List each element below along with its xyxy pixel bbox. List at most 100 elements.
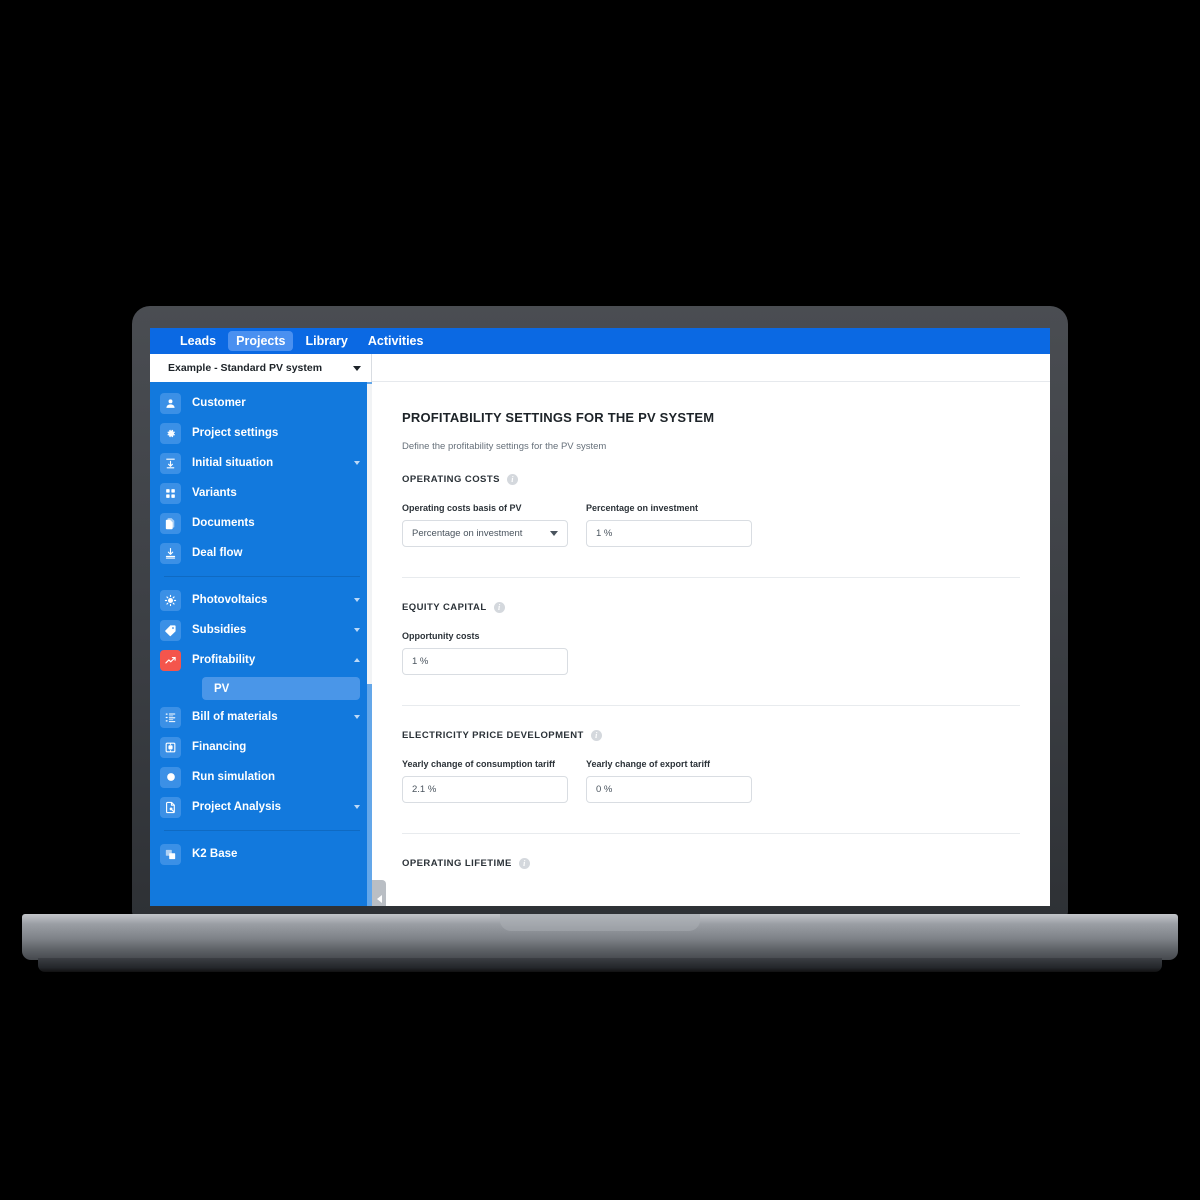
section-header-electricity-price-development: ELECTRICITY PRICE DEVELOPMENT i bbox=[402, 730, 1020, 741]
layers-icon bbox=[160, 843, 181, 865]
sidebar-item-initial-situation[interactable]: Initial situation bbox=[150, 448, 372, 478]
chevron-down-icon bbox=[354, 715, 360, 719]
settings-sections: OPERATING COSTS i Operating costs basis of… bbox=[402, 474, 1020, 869]
input-opportunity-costs[interactable]: 1 % bbox=[402, 648, 568, 675]
sidebar-item-k2-base[interactable]: K2 Base bbox=[150, 839, 372, 869]
section-title: OPERATING COSTS bbox=[402, 474, 500, 485]
bank-icon bbox=[160, 736, 181, 758]
section-title: ELECTRICITY PRICE DEVELOPMENT bbox=[402, 730, 584, 741]
sidebar-item-label: Documents bbox=[192, 517, 255, 529]
chevron-down-icon bbox=[354, 461, 360, 465]
sidebar-item-profitability[interactable]: Profitability bbox=[150, 645, 372, 675]
sidebar-item-photovoltaics[interactable]: Photovoltaics bbox=[150, 585, 372, 615]
project-selector-value: Example - Standard PV system bbox=[168, 362, 323, 374]
field-label: Yearly change of consumption tariff bbox=[402, 759, 556, 769]
trending-up-icon bbox=[160, 649, 181, 671]
sidebar-item-label: Profitability bbox=[192, 654, 256, 666]
section-divider bbox=[402, 577, 1020, 578]
chevron-down-icon bbox=[550, 531, 558, 536]
sidebar-divider bbox=[164, 576, 360, 577]
chevron-down-icon bbox=[354, 598, 360, 602]
sidebar-item-label: Subsidies bbox=[192, 624, 247, 636]
main-content: PROFITABILITY SETTINGS FOR THE PV SYSTEM… bbox=[372, 382, 1050, 906]
project-row-filler bbox=[372, 354, 1050, 382]
field-yearly-change-of-export-tariff: Yearly change of export tariff 0 % bbox=[586, 759, 752, 803]
info-icon[interactable]: i bbox=[493, 602, 505, 613]
info-icon[interactable]: i bbox=[590, 730, 602, 741]
info-icon[interactable]: i bbox=[506, 474, 518, 485]
sidebar-scroll-area: Customer Project settings Initial situatio… bbox=[150, 382, 372, 906]
field-label: Yearly change of export tariff bbox=[586, 759, 711, 769]
sidebar-collapse-handle[interactable] bbox=[372, 880, 386, 906]
chevron-left-icon bbox=[376, 895, 382, 903]
field-row: Opportunity costs 1 % bbox=[402, 631, 1020, 675]
input-value: 1 % bbox=[412, 656, 429, 667]
laptop-base bbox=[22, 914, 1178, 960]
section-title: EQUITY CAPITAL bbox=[402, 602, 487, 613]
sidebar-item-documents[interactable]: Documents bbox=[150, 508, 372, 538]
sidebar-item-bill-of-materials[interactable]: Bill of materials bbox=[150, 702, 372, 732]
select-value: Percentage on investment bbox=[412, 528, 523, 539]
input-percentage-on-investment[interactable]: 1 % bbox=[586, 520, 752, 547]
sidebar-item-deal-flow[interactable]: Deal flow bbox=[150, 538, 372, 568]
laptop-frame: Leads Projects Library Activities Example -… bbox=[132, 306, 1068, 916]
sidebar-item-label: Deal flow bbox=[192, 547, 243, 559]
input-yearly-change-of-consumption-tariff[interactable]: 2.1 % bbox=[402, 776, 568, 803]
section-divider bbox=[402, 833, 1020, 834]
field-label: Percentage on investment bbox=[586, 503, 699, 513]
sidebar-item-label: Project Analysis bbox=[192, 801, 282, 813]
field-percentage-on-investment: Percentage on investment 1 % bbox=[586, 503, 752, 547]
sidebar-item-label: Bill of materials bbox=[192, 711, 278, 723]
tab-projects[interactable]: Projects bbox=[228, 331, 294, 351]
sidebar-item-label: Financing bbox=[192, 741, 247, 753]
field-yearly-change-of-consumption-tariff: Yearly change of consumption tariff 2.1 % bbox=[402, 759, 568, 803]
sidebar-subitem-label: PV bbox=[214, 682, 230, 695]
sidebar-item-financing[interactable]: Financing bbox=[150, 732, 372, 762]
sidebar-item-project-settings[interactable]: Project settings bbox=[150, 418, 372, 448]
field-label: Operating costs basis of PV bbox=[402, 503, 522, 513]
import-icon bbox=[160, 452, 181, 474]
chevron-down-icon bbox=[353, 365, 361, 371]
section-header-equity-capital: EQUITY CAPITAL i bbox=[402, 602, 1020, 613]
top-navigation-bar: Leads Projects Library Activities bbox=[150, 328, 1050, 354]
sidebar-subitem-pv[interactable]: PV bbox=[202, 677, 360, 700]
input-value: 2.1 % bbox=[412, 784, 437, 795]
project-selector-dropdown[interactable]: Example - Standard PV system bbox=[150, 354, 372, 382]
tab-activities[interactable]: Activities bbox=[360, 331, 432, 351]
sidebar-item-project-analysis[interactable]: Project Analysis bbox=[150, 792, 372, 822]
sun-icon bbox=[160, 589, 181, 611]
section-header-operating-costs: OPERATING COSTS i bbox=[402, 474, 1020, 485]
info-icon[interactable]: i bbox=[518, 858, 530, 869]
sidebar-item-subsidies[interactable]: Subsidies bbox=[150, 615, 372, 645]
section-divider bbox=[402, 705, 1020, 706]
select-operating-costs-basis-of-pv[interactable]: Percentage on investment bbox=[402, 520, 568, 547]
input-value: 0 % bbox=[596, 784, 613, 795]
section-title: OPERATING LIFETIME bbox=[402, 858, 512, 869]
input-value: 1 % bbox=[596, 528, 613, 539]
person-icon bbox=[160, 392, 181, 414]
field-opportunity-costs: Opportunity costs 1 % bbox=[402, 631, 568, 675]
field-label: Opportunity costs bbox=[402, 631, 480, 641]
field-row: Operating costs basis of PV Percentage on… bbox=[402, 503, 1020, 547]
chevron-up-icon bbox=[354, 658, 360, 662]
sidebar-item-label: Variants bbox=[192, 487, 237, 499]
page-subtitle: Define the profitability settings for th… bbox=[402, 441, 607, 452]
tab-library[interactable]: Library bbox=[297, 331, 355, 351]
tab-leads[interactable]: Leads bbox=[172, 331, 224, 351]
record-circle-icon bbox=[160, 766, 181, 788]
sidebar-item-variants[interactable]: Variants bbox=[150, 478, 372, 508]
sidebar-item-label: K2 Base bbox=[192, 848, 238, 860]
sidebar-item-label: Photovoltaics bbox=[192, 594, 268, 606]
sidebar-item-run-simulation[interactable]: Run simulation bbox=[150, 762, 372, 792]
documents-icon bbox=[160, 512, 181, 534]
gear-icon bbox=[160, 422, 181, 444]
field-operating-costs-basis-of-pv: Operating costs basis of PV Percentage on… bbox=[402, 503, 568, 547]
laptop-base-notch bbox=[500, 914, 700, 931]
sidebar-item-label: Initial situation bbox=[192, 457, 274, 469]
sidebar-item-customer[interactable]: Customer bbox=[150, 388, 372, 418]
sidebar-item-label: Customer bbox=[192, 397, 246, 409]
sidebar-item-label: Run simulation bbox=[192, 771, 276, 783]
input-yearly-change-of-export-tariff[interactable]: 0 % bbox=[586, 776, 752, 803]
analysis-icon bbox=[160, 796, 181, 818]
list-icon bbox=[160, 706, 181, 728]
